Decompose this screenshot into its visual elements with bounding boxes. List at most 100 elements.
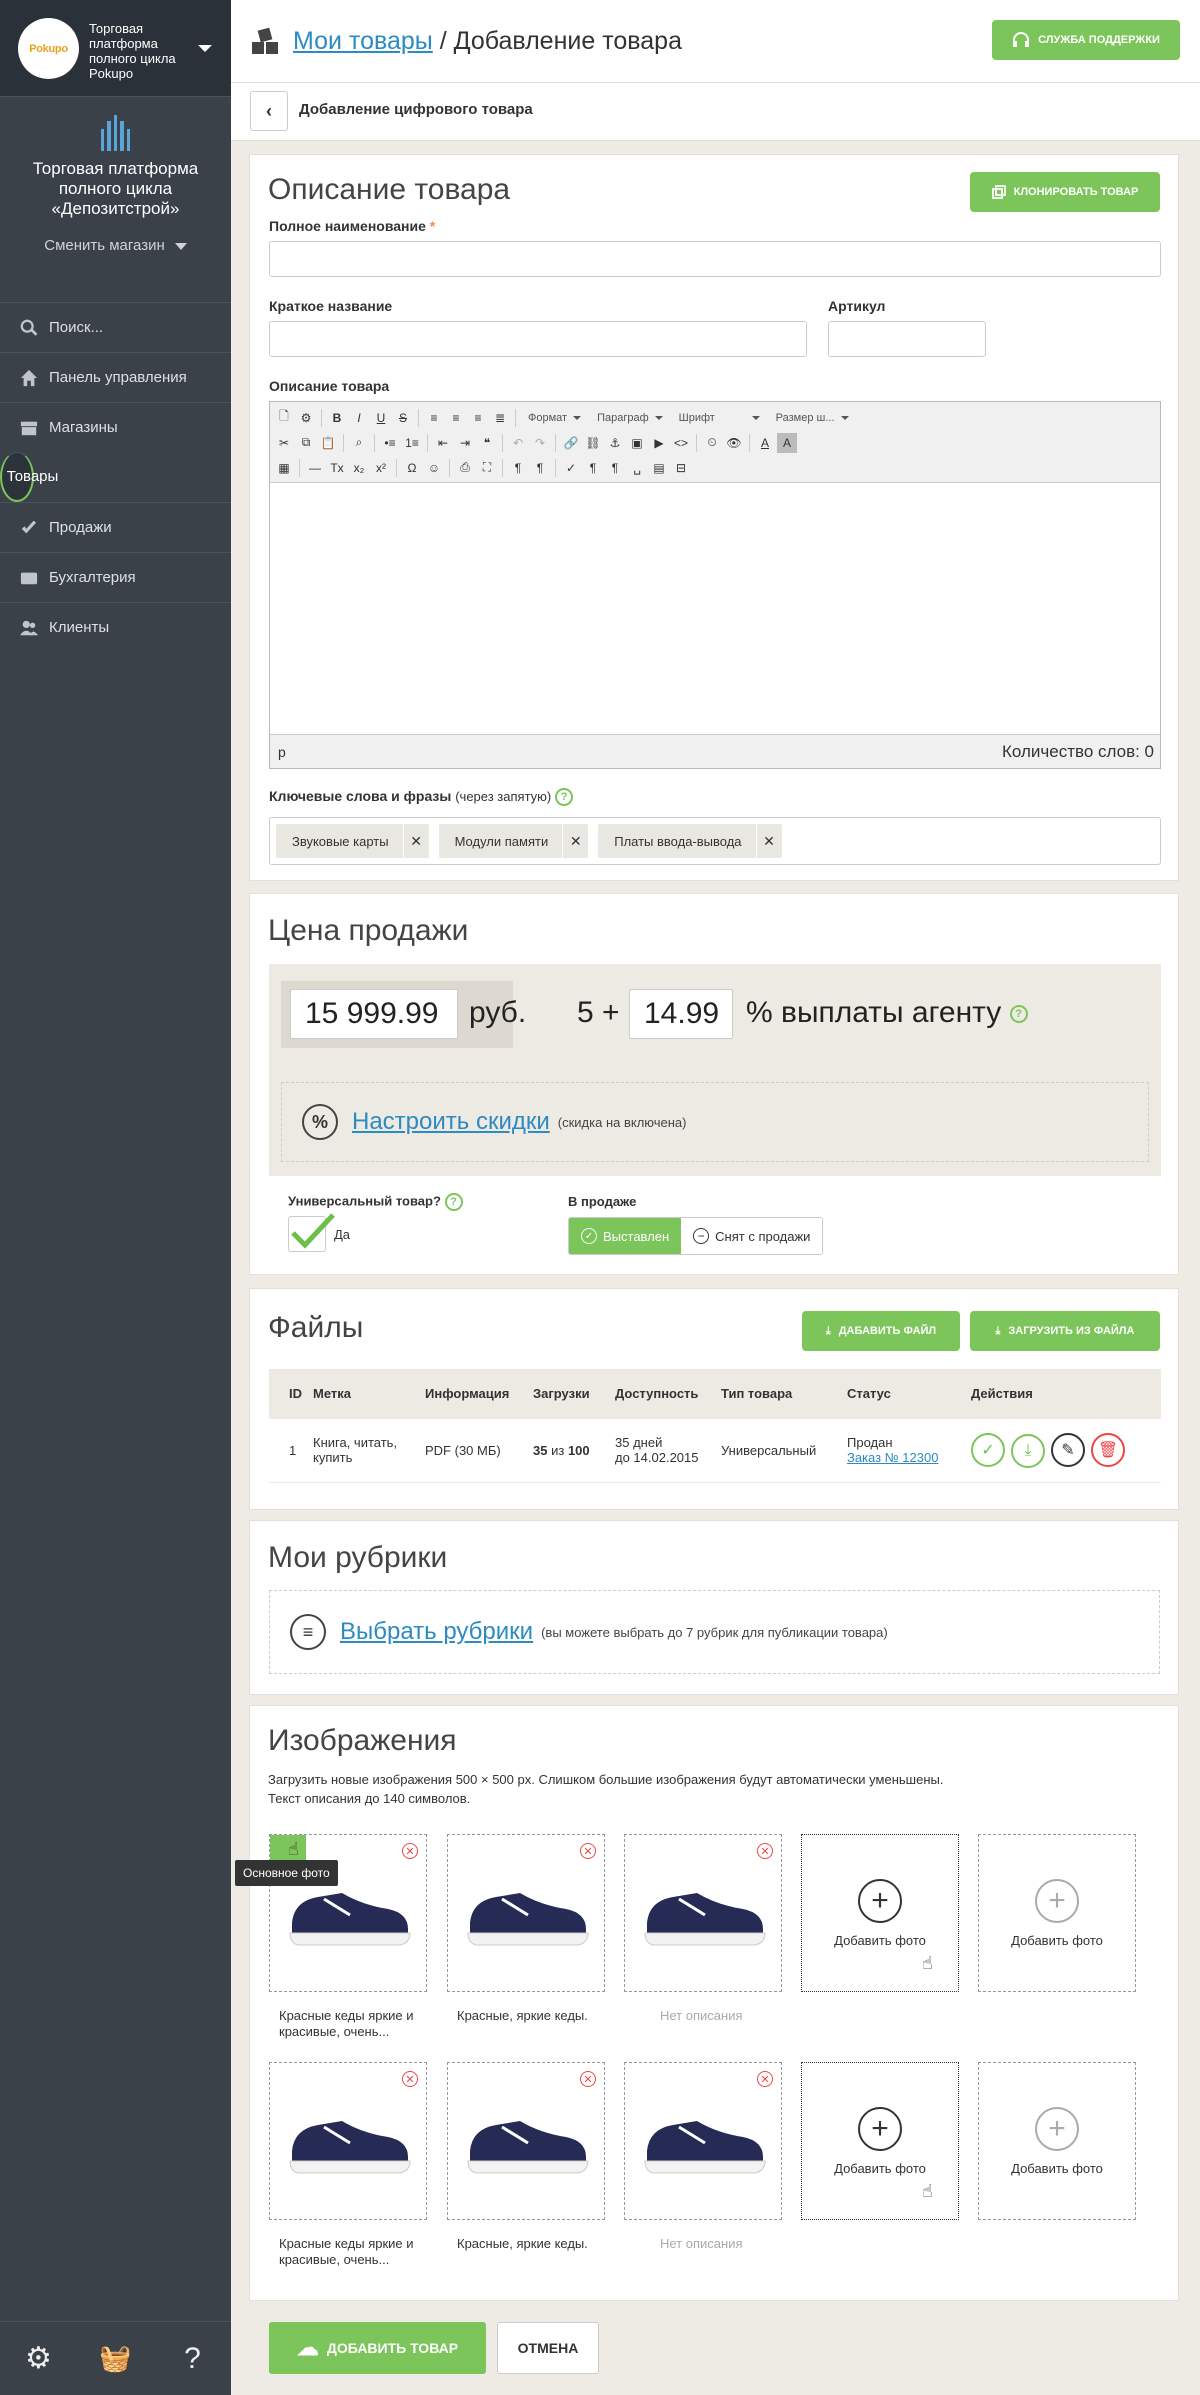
sidebar-item-clients[interactable]: Клиенты: [0, 602, 231, 652]
image-slot[interactable]: ✕: [624, 1834, 782, 1992]
remove-image-icon[interactable]: ✕: [757, 1843, 773, 1859]
settings-icon[interactable]: ⚙: [0, 2322, 77, 2395]
anchor-icon[interactable]: ⚓: [605, 433, 625, 453]
help-icon[interactable]: ?: [444, 1193, 463, 1211]
sidebar-item-dashboard[interactable]: Панель управления: [0, 352, 231, 402]
spellcheck-icon[interactable]: ✓: [561, 458, 581, 478]
choose-rubrics-link[interactable]: Выбрать рубрики: [340, 1618, 533, 1646]
full-name-input[interactable]: [269, 241, 1161, 277]
caret-down-icon[interactable]: [198, 45, 212, 52]
undo-icon[interactable]: ↶: [508, 433, 528, 453]
price-input[interactable]: 15 999.99: [290, 989, 458, 1039]
image-caption[interactable]: Нет описания: [624, 2008, 794, 2024]
ltr-icon[interactable]: ¶: [508, 458, 528, 478]
paragraph-dropdown[interactable]: Параграф: [590, 408, 670, 428]
universal-checkbox[interactable]: [288, 1213, 335, 1252]
rtl-icon[interactable]: ¶: [530, 458, 550, 478]
image-slot[interactable]: ☝ ✕: [269, 1834, 427, 1992]
copy-icon[interactable]: ⧉: [296, 433, 316, 453]
new-doc-icon[interactable]: 🗋: [274, 408, 294, 428]
discount-link[interactable]: Настроить скидки: [352, 1108, 550, 1136]
back-button[interactable]: ‹: [250, 91, 288, 131]
hr-icon[interactable]: —: [305, 458, 325, 478]
preview-icon[interactable]: 👁: [724, 433, 744, 453]
sidebar-item-products[interactable]: Товары: [0, 452, 58, 502]
switch-shop-button[interactable]: Сменить магазин: [0, 237, 231, 254]
basket-icon[interactable]: 🧺: [77, 2322, 154, 2395]
template-icon[interactable]: ▤: [649, 458, 669, 478]
remove-image-icon[interactable]: ✕: [580, 1843, 596, 1859]
remove-image-icon[interactable]: ✕: [402, 2071, 418, 2087]
align-center-icon[interactable]: ≡: [446, 408, 466, 428]
add-file-button[interactable]: ⤓ Дабавить файл: [802, 1311, 960, 1351]
italic-icon[interactable]: I: [349, 408, 369, 428]
justify-icon[interactable]: ≣: [490, 408, 510, 428]
add-photo-slot[interactable]: + Добавить фото: [978, 1834, 1136, 1992]
time-icon[interactable]: ⏲: [702, 433, 722, 453]
remove-image-icon[interactable]: ✕: [580, 2071, 596, 2087]
download-icon[interactable]: ⤓: [1011, 1433, 1045, 1468]
cancel-button[interactable]: Отмена: [497, 2322, 599, 2374]
nonbreaking-icon[interactable]: ␣: [627, 458, 647, 478]
sale-on-option[interactable]: ✓ Выставлен: [569, 1218, 682, 1254]
image-slot[interactable]: ✕: [447, 1834, 605, 1992]
help-icon[interactable]: ?: [154, 2322, 231, 2395]
sidebar-item-stores[interactable]: Магазины: [0, 402, 231, 452]
text-color-icon[interactable]: A: [755, 433, 775, 453]
font-dropdown[interactable]: Шрифт: [672, 408, 767, 428]
size-dropdown[interactable]: Размер ш...: [769, 408, 856, 428]
image-caption[interactable]: Нет описания: [624, 2236, 794, 2252]
bullet-list-icon[interactable]: •≡: [380, 433, 400, 453]
add-photo-slot[interactable]: + Добавить фото ☝: [801, 2062, 959, 2220]
media-icon[interactable]: ▶: [649, 433, 669, 453]
sku-input[interactable]: [828, 321, 986, 357]
add-product-button[interactable]: ☁ Добавить товар: [269, 2322, 486, 2374]
format-dropdown[interactable]: Формат: [521, 408, 588, 428]
short-name-input[interactable]: [269, 321, 807, 357]
help-icon[interactable]: ?: [1009, 1005, 1028, 1024]
gear-icon[interactable]: ⚙: [296, 408, 316, 428]
align-right-icon[interactable]: ≡: [468, 408, 488, 428]
subscript-icon[interactable]: x₂: [349, 458, 369, 478]
approve-icon[interactable]: ✓: [971, 1432, 1005, 1467]
sidebar-item-sales[interactable]: Продажи: [0, 502, 231, 552]
image-caption[interactable]: Красные, яркие кеды.: [447, 2236, 617, 2252]
bold-icon[interactable]: B: [327, 408, 347, 428]
upload-file-button[interactable]: ⤓ Загрузить из файла: [970, 1311, 1160, 1351]
paste-icon[interactable]: 📋: [318, 433, 338, 453]
add-photo-slot[interactable]: + Добавить фото: [978, 2062, 1136, 2220]
table-icon[interactable]: ▦: [274, 458, 294, 478]
order-link[interactable]: Заказ № 12300: [847, 1450, 961, 1465]
image-caption[interactable]: Красные кеды яркие и красивые, очень...: [269, 2008, 439, 2040]
remove-image-icon[interactable]: ✕: [402, 1843, 418, 1859]
clone-button[interactable]: Клонировать товар: [970, 172, 1160, 212]
image-slot[interactable]: ✕: [269, 2062, 427, 2220]
org-switcher[interactable]: Pokupo Торговая платформа полного цикла …: [0, 0, 231, 97]
align-left-icon[interactable]: ≡: [424, 408, 444, 428]
underline-icon[interactable]: U: [371, 408, 391, 428]
redo-icon[interactable]: ↷: [530, 433, 550, 453]
remove-image-icon[interactable]: ✕: [757, 2071, 773, 2087]
fullscreen-icon[interactable]: ⛶: [477, 458, 497, 478]
close-icon[interactable]: ✕: [755, 824, 782, 858]
print-icon[interactable]: ⎙: [455, 458, 475, 478]
support-button[interactable]: Служба поддержки: [992, 20, 1180, 60]
image-caption[interactable]: Красные, яркие кеды.: [447, 2008, 617, 2024]
superscript-icon[interactable]: x²: [371, 458, 391, 478]
code-icon[interactable]: <>: [671, 433, 691, 453]
pilcrow-icon[interactable]: ¶: [605, 458, 625, 478]
outdent-icon[interactable]: ⇤: [433, 433, 453, 453]
edit-icon[interactable]: ✎: [1051, 1432, 1085, 1467]
unlink-icon[interactable]: ⛓: [583, 433, 603, 453]
editor-body[interactable]: [270, 483, 1160, 733]
show-blocks-icon[interactable]: ¶: [583, 458, 603, 478]
close-icon[interactable]: ✕: [562, 824, 588, 858]
bg-color-icon[interactable]: A: [777, 432, 797, 453]
image-icon[interactable]: ▣: [627, 433, 647, 453]
keywords-input[interactable]: Звуковые карты ✕ Модули памяти ✕ Платы вво…: [269, 817, 1161, 865]
find-icon[interactable]: ⌕: [349, 433, 369, 453]
link-icon[interactable]: 🔗: [561, 433, 581, 453]
agent-percent-input[interactable]: 14.99: [629, 989, 733, 1039]
omega-icon[interactable]: Ω: [402, 458, 422, 478]
numbered-list-icon[interactable]: 1≡: [402, 433, 422, 453]
